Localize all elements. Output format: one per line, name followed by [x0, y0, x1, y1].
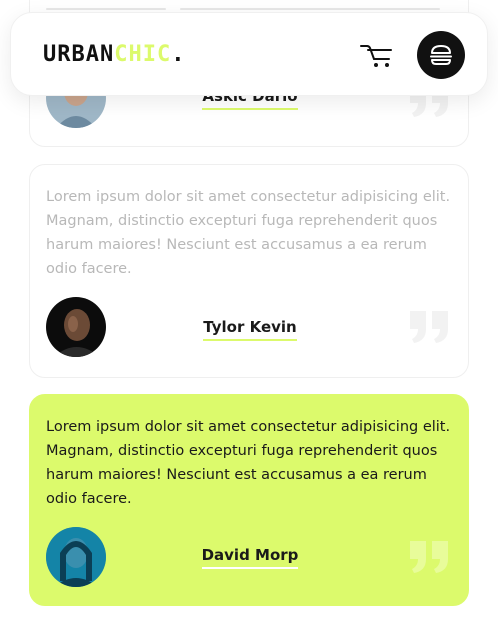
author-name: David Morp: [201, 546, 299, 569]
quote-icon: [410, 541, 448, 573]
testimonial-card-3: Lorem ipsum dolor sit amet consectetur a…: [29, 394, 469, 606]
logo-dot: .: [171, 42, 186, 67]
testimonial-author: David Morp: [30, 546, 470, 569]
testimonial-card-2: Lorem ipsum dolor sit amet consectetur a…: [29, 164, 469, 378]
page: Askic Dario URBANCHIC. Lorem ipsum dolor…: [0, 0, 498, 637]
brand-logo[interactable]: URBANCHIC.: [43, 41, 185, 69]
testimonial-author: Tylor Kevin: [30, 318, 470, 341]
cart-icon: [360, 45, 392, 67]
logo-text-accent: CHIC: [114, 42, 172, 67]
testimonial-text: Lorem ipsum dolor sit amet consectetur a…: [46, 189, 451, 277]
testimonial-text: Lorem ipsum dolor sit amet consectetur a…: [46, 419, 451, 507]
logo-text-primary: URBAN: [43, 42, 115, 67]
cart-button[interactable]: [359, 41, 395, 71]
clipped-text-line: [46, 8, 166, 10]
author-name: Tylor Kevin: [203, 318, 297, 341]
menu-button[interactable]: [417, 31, 465, 79]
site-header: URBANCHIC.: [10, 12, 488, 96]
quote-icon: [410, 311, 448, 343]
clipped-text-line: [180, 8, 440, 10]
burger-menu-icon: [430, 45, 452, 65]
